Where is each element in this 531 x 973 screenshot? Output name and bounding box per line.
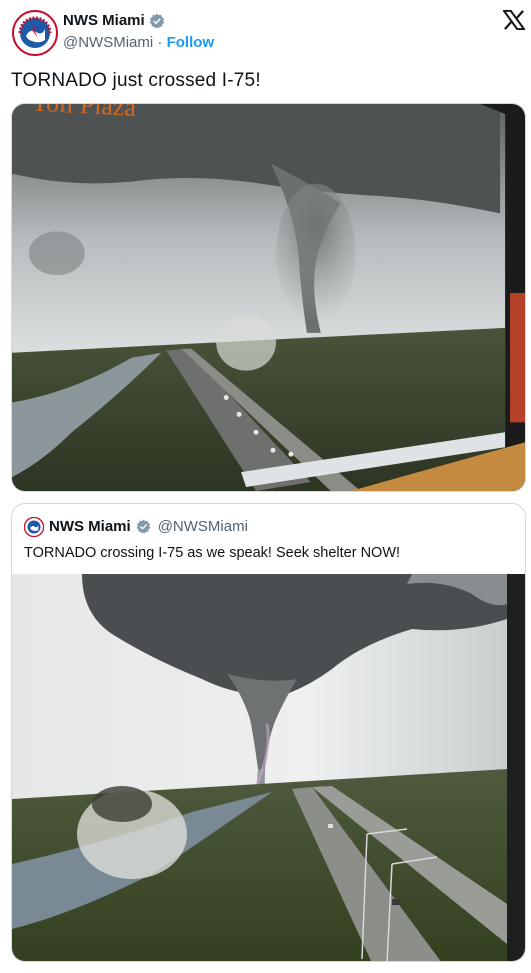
tweet-media-photo[interactable]: Toll Plaza — [11, 103, 526, 492]
quoted-tweet[interactable]: NWS Miami @NWSMiami TORNADO crossing I-7… — [11, 503, 526, 962]
handle-separator: · — [153, 34, 167, 51]
handle-row: @NWSMiami · Follow — [63, 34, 214, 51]
tweet-header: NWS Miami @NWSMiami · Follow — [0, 0, 531, 64]
verified-badge-icon — [149, 13, 164, 28]
follow-button[interactable]: Follow — [167, 34, 215, 51]
avatar[interactable] — [12, 10, 58, 56]
x-logo-icon[interactable] — [503, 10, 525, 30]
author-name[interactable]: NWS Miami — [63, 12, 145, 29]
author-name-row: NWS Miami — [63, 12, 165, 29]
verified-badge-icon — [136, 519, 151, 534]
quoted-author-handle: @NWSMiami — [157, 518, 248, 535]
quoted-author-name: NWS Miami — [49, 518, 131, 535]
quoted-media-photo[interactable] — [12, 574, 525, 961]
tornado-photo: Toll Plaza — [12, 104, 525, 491]
quoted-tornado-photo — [12, 574, 525, 961]
tweet-text: TORNADO just crossed I-75! — [11, 70, 261, 91]
quoted-author-row: NWS Miami @NWSMiami — [49, 518, 248, 535]
author-handle[interactable]: @NWSMiami — [63, 34, 153, 51]
quoted-avatar[interactable] — [24, 517, 44, 537]
quoted-tweet-text: TORNADO crossing I-75 as we speak! Seek … — [24, 545, 401, 561]
